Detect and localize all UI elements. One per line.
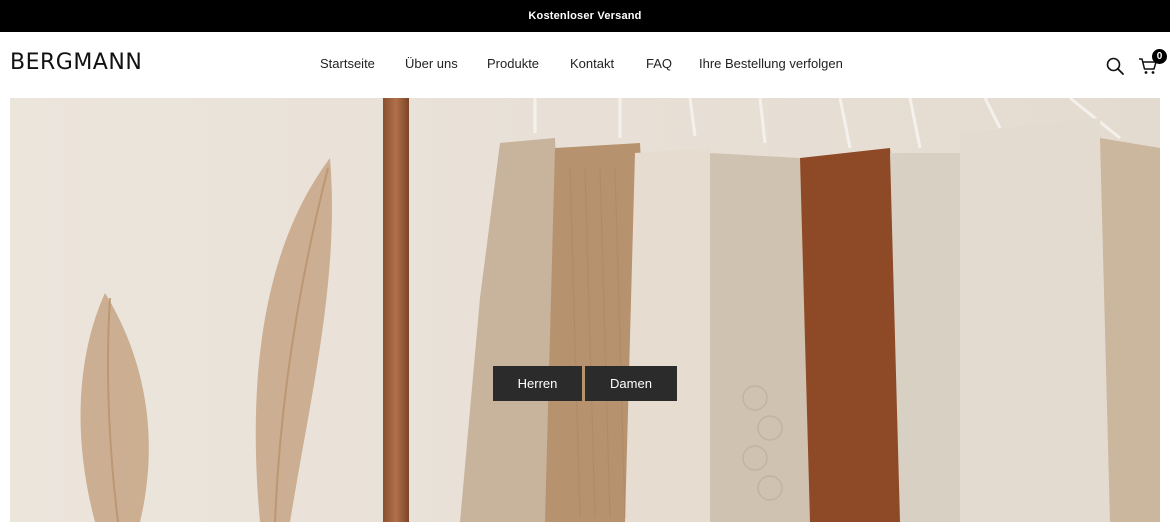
- nav-item-faq[interactable]: FAQ: [646, 56, 672, 71]
- herren-button[interactable]: Herren: [493, 366, 582, 401]
- nav-item-kontakt[interactable]: Kontakt: [570, 56, 614, 71]
- hero-banner: Herren Damen: [10, 98, 1160, 522]
- main-nav: Startseite Über uns Produkte Kontakt FAQ…: [0, 56, 1170, 74]
- nav-item-ueber-uns[interactable]: Über uns: [405, 56, 458, 71]
- announcement-bar: Kostenloser Versand: [0, 0, 1170, 32]
- nav-item-produkte[interactable]: Produkte: [487, 56, 539, 71]
- nav-item-startseite[interactable]: Startseite: [320, 56, 375, 71]
- damen-button[interactable]: Damen: [585, 366, 677, 401]
- search-icon[interactable]: [1105, 56, 1125, 76]
- announcement-text: Kostenloser Versand: [528, 10, 642, 22]
- cart-count-badge: 0: [1152, 49, 1167, 64]
- nav-item-bestellung-verfolgen[interactable]: Ihre Bestellung verfolgen: [699, 56, 843, 71]
- hero-image: [10, 98, 1160, 522]
- site-header: BERGMANN Startseite Über uns Produkte Ko…: [0, 32, 1170, 98]
